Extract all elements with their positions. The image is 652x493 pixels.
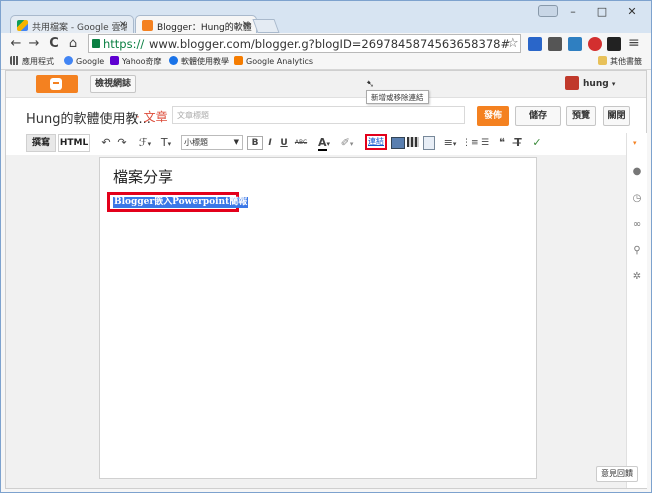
home-button[interactable]: ⌂ (65, 36, 81, 52)
blogger-icon (142, 20, 153, 31)
google-icon (64, 56, 73, 65)
url-text: www.blogger.com/blogger.g?blogID=2697845… (149, 37, 509, 51)
account-menu[interactable]: hung ▾ (583, 79, 615, 89)
bookmark-yahoo[interactable]: Yahoo奇摩 (110, 56, 162, 67)
yahoo-icon (110, 56, 119, 65)
insert-video-icon[interactable] (407, 137, 419, 147)
font-family-icon[interactable]: ℱ▾ (136, 135, 154, 151)
format-toolbar: 撰寫 HTML ↶ ↷ ℱ▾ T▾ 小標題 ▼ B I U ABC A▾ ✐▾ 連… (6, 133, 626, 153)
clock-icon[interactable]: ◷ (631, 193, 643, 205)
strikethrough-button[interactable]: ABC (293, 135, 309, 151)
gear-icon[interactable]: ✲ (631, 271, 643, 283)
bookmark-analytics[interactable]: Google Analytics (234, 56, 313, 66)
tab-title: Blogger：Hung的軟體使 (157, 23, 252, 33)
blogger-topbar: 檢視網誌 hung ▾ (6, 71, 646, 98)
selected-text[interactable]: Blogger嵌入Powerpoint簡報 (113, 197, 249, 208)
tag-icon[interactable]: ● (631, 166, 643, 178)
post-body-editor[interactable]: 檔案分享 Blogger嵌入Powerpoint簡報 (99, 157, 537, 479)
jump-break-icon[interactable] (423, 136, 435, 150)
undo-icon[interactable]: ↶ (99, 135, 113, 151)
tab-drive[interactable]: 共用檔案 - Google 雲端硬 × (10, 15, 134, 35)
url-scheme: https:// (103, 37, 145, 51)
view-blog-button[interactable]: 檢視網誌 (90, 75, 136, 93)
bulleted-list-icon[interactable]: ☰ (478, 135, 492, 151)
new-tab-button[interactable] (252, 19, 280, 33)
blogger-editor: 檢視網誌 hung ▾ Hung的軟體使用教... · 文章 文章標題 發佈 儲… (5, 70, 647, 489)
close-window-button[interactable]: ✕ (621, 4, 643, 20)
blog-icon (169, 56, 178, 65)
align-icon[interactable]: ≡▾ (441, 135, 459, 151)
minimize-button[interactable]: – (562, 4, 584, 20)
post-label: · 文章 (136, 110, 168, 124)
forward-button[interactable]: → (26, 36, 42, 52)
font-size-icon[interactable]: T▾ (156, 135, 176, 151)
format-select[interactable]: 小標題 ▼ (181, 135, 243, 150)
post-title-input[interactable]: 文章標題 (172, 106, 465, 124)
folder-icon (598, 56, 607, 65)
tab-title: 共用檔案 - Google 雲端硬 (32, 23, 127, 33)
avatar[interactable] (565, 76, 579, 90)
html-mode-button[interactable]: HTML (58, 134, 90, 152)
preview-button[interactable]: 預覽 (566, 106, 596, 126)
bookmark-tutorial[interactable]: 軟體使用教學 (169, 56, 229, 67)
tab-strip: 共用檔案 - Google 雲端硬 × Blogger：Hung的軟體使 × –… (1, 1, 651, 35)
reload-button[interactable]: C (46, 36, 62, 52)
adblock-extension-icon[interactable] (588, 37, 602, 51)
bookmarks-bar: 應用程式 Google Yahoo奇摩 軟體使用教學 Google Analyt… (1, 55, 651, 70)
save-button[interactable]: 儲存 (515, 106, 561, 126)
quote-icon[interactable]: ❝ (495, 135, 509, 151)
underline-button[interactable]: U (278, 135, 290, 151)
tab-close-icon[interactable]: × (119, 19, 127, 30)
blogger-logo-button[interactable] (36, 75, 78, 93)
maximize-button[interactable]: □ (591, 4, 613, 20)
incognito-icon (538, 5, 558, 17)
snap-extension-icon[interactable] (568, 37, 582, 51)
text-color-icon[interactable]: A▾ (315, 135, 333, 151)
chevron-down-icon: ▼ (233, 138, 239, 146)
insert-image-icon[interactable] (391, 137, 405, 149)
redo-icon[interactable]: ↷ (115, 135, 129, 151)
expand-arrow-icon[interactable]: ▾ (633, 139, 637, 147)
eyedropper-extension-icon[interactable] (548, 37, 562, 51)
post-heading[interactable]: 檔案分享 (113, 166, 173, 187)
spellcheck-icon[interactable]: ✓ (530, 135, 544, 151)
numbered-list-icon[interactable]: ⋮≡ (462, 135, 479, 151)
link-tooltip: 新增或移除連結 (366, 90, 429, 104)
link-button[interactable]: 連結 (365, 134, 387, 150)
other-bookmarks[interactable]: 其他書籤 (598, 56, 642, 67)
url-input[interactable]: https:// www.blogger.com/blogger.g?blogI… (88, 34, 521, 53)
chevron-down-icon: ▾ (611, 80, 616, 88)
bold-button[interactable]: B (247, 136, 263, 150)
selection-highlight-box: Blogger嵌入Powerpoint簡報 (107, 192, 249, 212)
compose-mode-button[interactable]: 撰寫 (26, 134, 56, 152)
post-settings-rail: ▾ ● ◷ ∞ ⚲ ✲ (626, 133, 647, 488)
clear-format-icon[interactable]: T̶ (511, 135, 525, 151)
location-icon[interactable]: ⚲ (631, 245, 643, 257)
highlight-color-icon[interactable]: ✐▾ (338, 135, 356, 151)
tab-blogger[interactable]: Blogger：Hung的軟體使 × (135, 15, 257, 35)
blog-title[interactable]: Hung的軟體使用教... (26, 108, 151, 127)
drive-icon (17, 20, 28, 31)
apps-grid-icon (10, 56, 19, 65)
menu-icon[interactable]: ≡ (628, 35, 640, 51)
back-button[interactable]: ← (8, 36, 24, 52)
star-icon[interactable]: ☆ (507, 36, 519, 51)
bookmark-google[interactable]: Google (64, 56, 104, 66)
close-button[interactable]: 關閉 (603, 106, 630, 126)
italic-button[interactable]: I (264, 135, 276, 151)
analytics-icon (234, 56, 243, 65)
address-bar-row: ← → C ⌂ https:// www.blogger.com/blogger… (1, 33, 651, 55)
publish-button[interactable]: 發佈 (477, 106, 509, 126)
link-icon[interactable]: ∞ (631, 219, 643, 231)
post-title-row: Hung的軟體使用教... · 文章 文章標題 發佈 儲存 預覽 關閉 (6, 98, 646, 132)
feedback-button[interactable]: 意見回饋 (596, 466, 638, 482)
screenshot-extension-icon[interactable] (607, 37, 621, 51)
lock-icon (92, 39, 100, 48)
tab-close-icon[interactable]: × (242, 19, 250, 30)
translate-extension-icon[interactable] (528, 37, 542, 51)
bookmark-apps[interactable]: 應用程式 (10, 56, 54, 67)
blogger-logo-icon (50, 78, 62, 90)
